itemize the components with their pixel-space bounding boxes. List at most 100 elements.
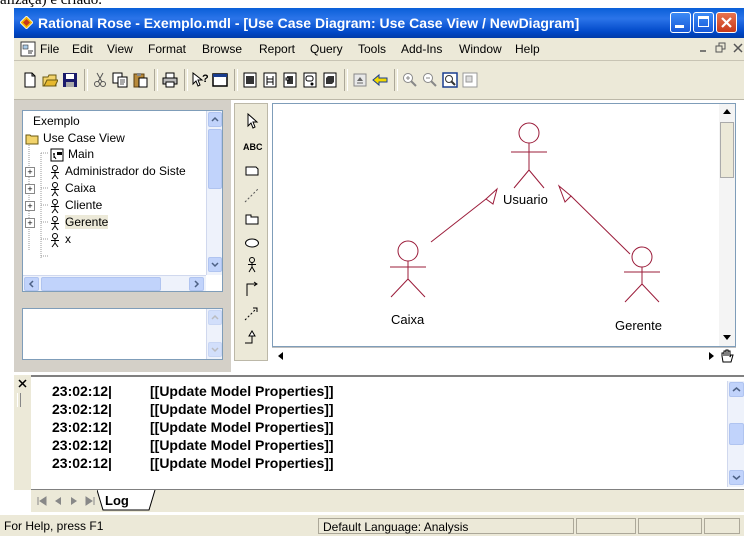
generalization-caixa-usuario[interactable] bbox=[430, 187, 498, 243]
cutoff-text: alizaçã) e criado. bbox=[0, 0, 103, 8]
selection-tool-icon[interactable] bbox=[243, 112, 261, 130]
browse-parent-icon[interactable] bbox=[352, 72, 368, 88]
copy-icon[interactable] bbox=[112, 72, 128, 88]
chevron-down-icon[interactable] bbox=[721, 331, 733, 343]
model-browser[interactable]: Exemplo Use Case View Main + Administrad… bbox=[22, 110, 223, 292]
scroll-left-button[interactable] bbox=[24, 277, 39, 291]
zoom-in-icon[interactable] bbox=[402, 72, 418, 88]
generalization-tool-icon[interactable] bbox=[243, 328, 261, 346]
zoom-out-icon[interactable] bbox=[422, 72, 438, 88]
view-doc-icon[interactable] bbox=[212, 72, 228, 88]
previous-tab-icon[interactable] bbox=[51, 494, 65, 508]
first-tab-icon[interactable] bbox=[35, 494, 49, 508]
pan-hand-icon[interactable] bbox=[719, 348, 735, 364]
chevron-right-icon[interactable] bbox=[705, 350, 717, 362]
menu-query[interactable]: Query bbox=[310, 42, 343, 56]
scroll-down-button[interactable] bbox=[208, 257, 222, 272]
chevron-up-icon bbox=[211, 314, 219, 320]
expand-icon[interactable]: + bbox=[25, 201, 35, 211]
paste-icon[interactable] bbox=[132, 72, 148, 88]
print-icon[interactable] bbox=[162, 72, 178, 88]
actor-caixa[interactable] bbox=[390, 240, 426, 298]
save-icon[interactable] bbox=[62, 72, 78, 88]
undo-fit-icon[interactable] bbox=[462, 72, 478, 88]
browse-state-diagram-icon[interactable] bbox=[302, 72, 318, 88]
chevron-up-icon[interactable] bbox=[721, 106, 733, 118]
menu-report[interactable]: Report bbox=[259, 42, 295, 56]
scroll-thumb[interactable] bbox=[208, 129, 222, 189]
mdi-restore-icon[interactable] bbox=[715, 42, 727, 54]
title-bar[interactable]: Rational Rose - Exemplo.mdl - [Use Case … bbox=[14, 8, 744, 38]
mdi-close-icon[interactable] bbox=[732, 42, 744, 54]
mdi-document-icon[interactable] bbox=[20, 41, 36, 57]
browse-deployment-diagram-icon[interactable] bbox=[322, 72, 338, 88]
actor-gerente[interactable] bbox=[624, 246, 660, 303]
log-entry: 23:02:12| [[Update Model Properties]] bbox=[52, 401, 334, 417]
minimize-button[interactable] bbox=[670, 12, 691, 33]
actor-icon bbox=[51, 199, 59, 214]
chevron-left-icon[interactable] bbox=[275, 350, 287, 362]
package-tool-icon[interactable] bbox=[243, 210, 261, 228]
diagram-icon bbox=[50, 148, 64, 162]
expand-icon[interactable]: + bbox=[25, 218, 35, 228]
maximize-button[interactable] bbox=[693, 12, 714, 33]
browse-interaction-diagram-icon[interactable] bbox=[262, 72, 278, 88]
scroll-thumb[interactable] bbox=[729, 423, 744, 445]
menu-view[interactable]: View bbox=[107, 42, 133, 56]
scroll-down-button[interactable] bbox=[729, 470, 744, 485]
window-title: Rational Rose - Exemplo.mdl - [Use Case … bbox=[38, 15, 580, 31]
menu-browse[interactable]: Browse bbox=[202, 42, 242, 56]
note-tool-icon[interactable] bbox=[243, 162, 261, 180]
menu-window[interactable]: Window bbox=[459, 42, 502, 56]
diagram-vertical-scrollbar[interactable] bbox=[719, 104, 735, 346]
documentation-window[interactable] bbox=[22, 308, 223, 360]
scroll-down-button[interactable] bbox=[208, 342, 222, 357]
scroll-right-button[interactable] bbox=[189, 277, 204, 291]
cut-icon[interactable] bbox=[92, 72, 108, 88]
fit-in-window-icon[interactable] bbox=[442, 72, 458, 88]
tab-log[interactable]: Log bbox=[105, 493, 129, 508]
scroll-up-button[interactable] bbox=[208, 310, 222, 325]
browse-previous-icon[interactable] bbox=[372, 72, 388, 88]
browse-component-diagram-icon[interactable] bbox=[282, 72, 298, 88]
menu-tools[interactable]: Tools bbox=[358, 42, 386, 56]
menu-edit[interactable]: Edit bbox=[72, 42, 93, 56]
next-tab-icon[interactable] bbox=[67, 494, 81, 508]
expand-icon[interactable]: + bbox=[25, 167, 35, 177]
menu-help[interactable]: Help bbox=[515, 42, 540, 56]
scroll-up-button[interactable] bbox=[729, 382, 744, 397]
scroll-thumb[interactable] bbox=[720, 122, 734, 178]
log-window[interactable]: 23:02:12| [[Update Model Properties]] 23:… bbox=[14, 375, 744, 489]
dependency-tool-icon[interactable] bbox=[243, 304, 261, 322]
text-tool-icon[interactable]: ABC bbox=[243, 138, 263, 156]
menu-file[interactable]: File bbox=[40, 42, 59, 56]
new-icon[interactable] bbox=[22, 72, 38, 88]
browse-class-diagram-icon[interactable] bbox=[242, 72, 258, 88]
browser-horizontal-scrollbar[interactable] bbox=[23, 275, 206, 291]
open-icon[interactable] bbox=[42, 72, 58, 88]
context-help-icon[interactable]: ? bbox=[192, 72, 208, 88]
unidirectional-association-icon[interactable] bbox=[243, 280, 261, 298]
use-case-tool-icon[interactable] bbox=[243, 234, 261, 252]
scroll-thumb[interactable] bbox=[41, 277, 161, 291]
use-case-diagram-canvas[interactable]: Usuario Caixa Gerente bbox=[272, 103, 736, 347]
browser-vertical-scrollbar[interactable] bbox=[206, 111, 222, 275]
last-tab-icon[interactable] bbox=[83, 494, 97, 508]
menu-add-ins[interactable]: Add-Ins bbox=[401, 42, 442, 56]
status-bar: For Help, press F1 Default Language: Ana… bbox=[0, 514, 744, 536]
diagram-horizontal-scrollbar[interactable] bbox=[272, 347, 736, 364]
actor-usuario[interactable] bbox=[511, 122, 547, 189]
expand-icon[interactable]: + bbox=[25, 184, 35, 194]
anchor-note-icon[interactable] bbox=[243, 186, 261, 204]
mdi-minimize-icon[interactable] bbox=[698, 42, 710, 54]
generalization-gerente-usuario[interactable] bbox=[557, 184, 631, 255]
actor-tool-icon[interactable] bbox=[243, 256, 261, 274]
close-button[interactable] bbox=[716, 12, 737, 33]
log-vertical-scrollbar[interactable] bbox=[727, 381, 744, 487]
menu-format[interactable]: Format bbox=[148, 42, 186, 56]
close-icon[interactable] bbox=[17, 378, 28, 389]
doc-vertical-scrollbar[interactable] bbox=[206, 309, 222, 359]
log-dock-handle[interactable] bbox=[14, 375, 31, 490]
scroll-up-button[interactable] bbox=[208, 112, 222, 127]
status-language: Default Language: Analysis bbox=[318, 518, 574, 534]
